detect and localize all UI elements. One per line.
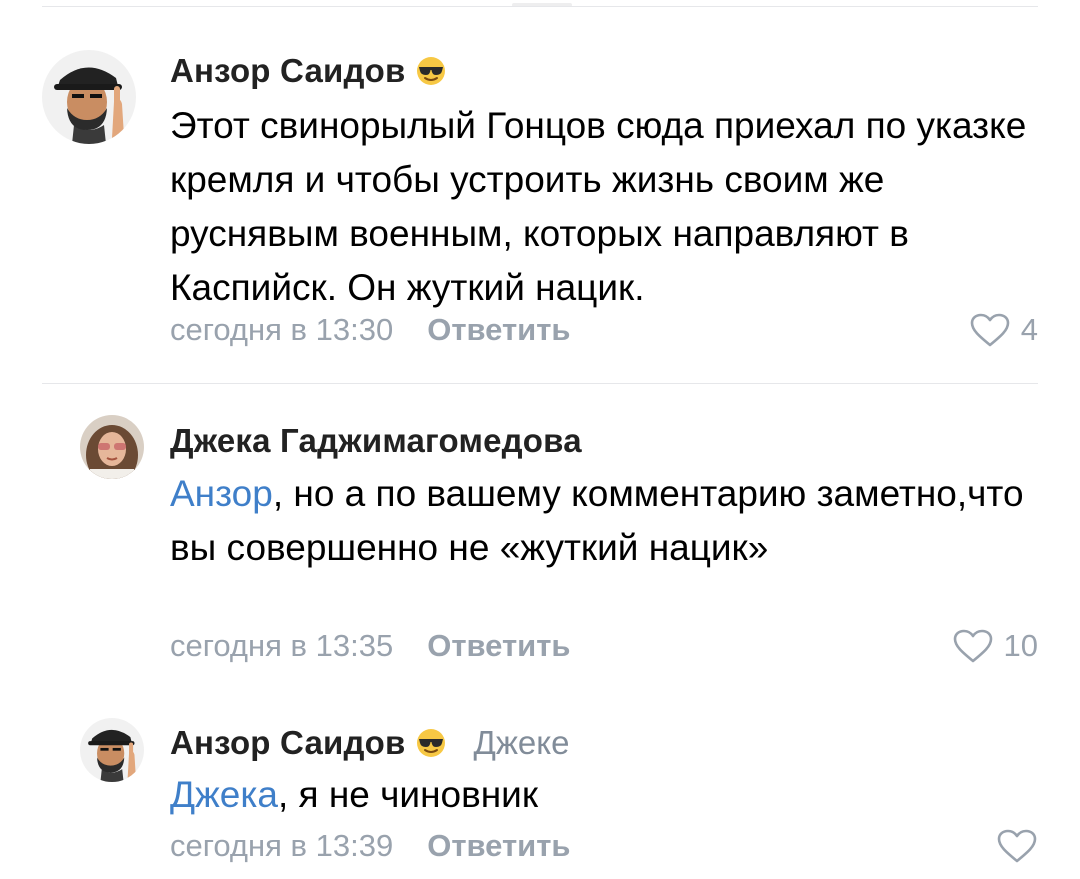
like-button[interactable]: [996, 828, 1038, 864]
comment-body: , я не чиновник: [277, 774, 539, 815]
like-count: 4: [1020, 312, 1038, 347]
mention-link[interactable]: Джека: [170, 774, 278, 815]
comment-text: Анзор, но а по вашему комментарию заметн…: [170, 467, 1050, 575]
avatar-cartoon-man-icon: [80, 718, 144, 782]
comment-divider: [42, 383, 1038, 384]
like-button[interactable]: 10: [952, 628, 1038, 664]
comment-text: Джека, я не чиновник: [170, 768, 1050, 822]
comment-text: Этот свинорылый Гонцов сюда приехал по у…: [170, 99, 1050, 315]
reply-button[interactable]: Ответить: [427, 828, 570, 864]
smiling-face-with-sunglasses-icon: [416, 56, 446, 86]
avatar-cartoon-man-icon: [42, 50, 136, 144]
avatar[interactable]: [80, 718, 144, 782]
heart-icon: [953, 629, 992, 663]
reply-button[interactable]: Ответить: [427, 312, 570, 348]
reply-to-label[interactable]: Джеке: [474, 724, 570, 762]
comment-time[interactable]: сегодня в 13:35: [170, 628, 393, 664]
like-button[interactable]: 4: [969, 312, 1038, 348]
avatar-woman-photo-icon: [80, 415, 144, 479]
like-count: 10: [1003, 628, 1038, 663]
author-name[interactable]: Анзор Саидов: [170, 52, 406, 90]
reply-button[interactable]: Ответить: [427, 628, 570, 664]
comment-time[interactable]: сегодня в 13:30: [170, 312, 393, 348]
mention-link[interactable]: Анзор: [170, 473, 273, 514]
heart-icon: [997, 829, 1037, 863]
avatar[interactable]: [80, 415, 144, 479]
comment-body: Этот свинорылый Гонцов сюда приехал по у…: [170, 105, 1027, 308]
comment-body: , но а по вашему комментарию заметно,что…: [170, 473, 1024, 568]
heart-icon: [970, 313, 1010, 347]
avatar[interactable]: [42, 50, 136, 144]
author-name[interactable]: Анзор Саидов: [170, 724, 406, 762]
smiling-face-with-sunglasses-icon: [416, 728, 446, 758]
top-divider: [42, 6, 1038, 7]
author-name[interactable]: Джека Гаджимагомедова: [170, 422, 582, 460]
comment-time[interactable]: сегодня в 13:39: [170, 828, 393, 864]
